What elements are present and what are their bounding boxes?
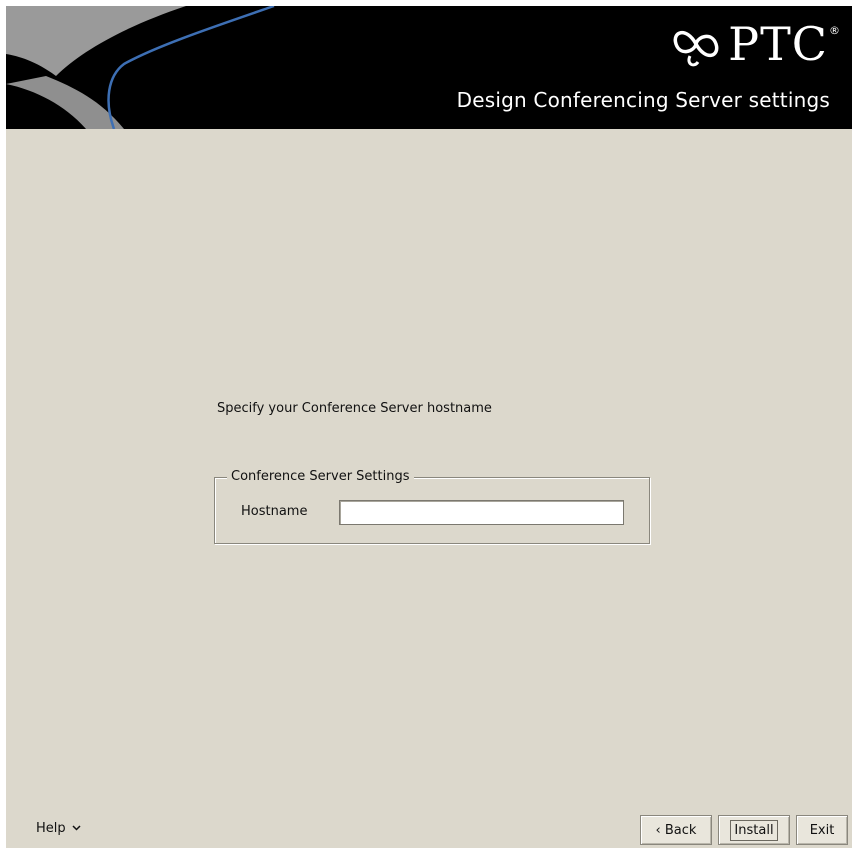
ptc-swirl-icon [673, 31, 719, 67]
hostname-label: Hostname [241, 504, 308, 519]
install-button-label: Install [730, 819, 778, 841]
conference-server-settings-group: Conference Server Settings Hostname [214, 469, 650, 544]
page-title: Design Conferencing Server settings [456, 88, 830, 112]
chevron-down-icon [72, 823, 81, 834]
ptc-logo: PTC ® [668, 12, 840, 76]
main-content: Specify your Conference Server hostname … [6, 129, 852, 848]
header-banner: PTC ® Design Conferencing Server setting… [6, 6, 852, 129]
help-menu-button[interactable]: Help [36, 821, 81, 836]
exit-button-label: Exit [809, 822, 835, 838]
exit-button[interactable]: Exit [796, 815, 848, 845]
hostname-input[interactable] [339, 500, 624, 525]
install-button[interactable]: Install [718, 815, 790, 845]
installer-window: PTC ® Design Conferencing Server setting… [0, 0, 852, 848]
back-button[interactable]: ‹ Back [640, 815, 712, 845]
help-label: Help [36, 821, 66, 836]
back-button-label: ‹ Back [655, 822, 697, 838]
instruction-text: Specify your Conference Server hostname [217, 401, 492, 416]
registered-mark: ® [829, 24, 840, 37]
brand-name: PTC [728, 17, 828, 71]
banner-swoosh-graphic [6, 6, 275, 129]
group-legend: Conference Server Settings [227, 469, 414, 484]
